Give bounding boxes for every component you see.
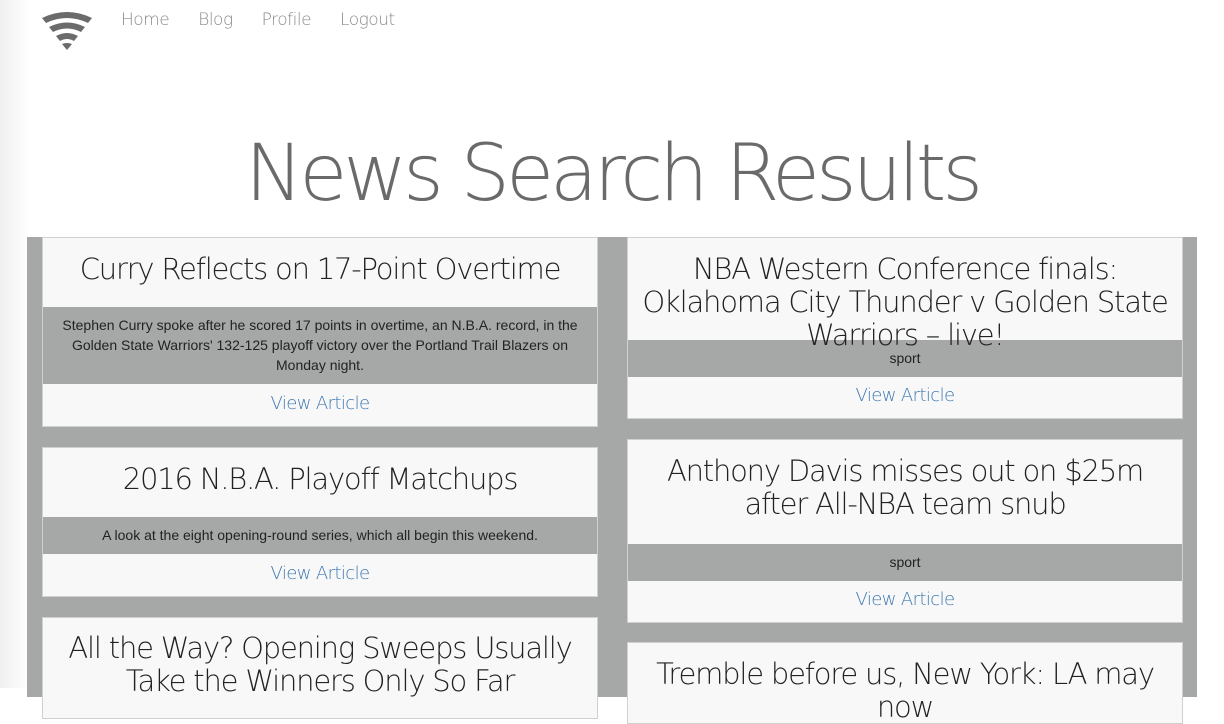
article-title: Tremble before us, New York: LA may now xyxy=(656,657,1155,724)
page-edge-shade xyxy=(0,0,30,688)
article-category: sport xyxy=(628,544,1182,581)
view-article-link[interactable]: View Article xyxy=(628,581,1182,619)
wifi-icon[interactable] xyxy=(40,10,94,52)
article-card: 2016 N.B.A. Playoff Matchups A look at t… xyxy=(42,447,598,597)
article-title: NBA Western Conference finals: Oklahoma … xyxy=(642,252,1168,352)
view-article-link[interactable]: View Article xyxy=(43,554,597,594)
article-card: All the Way? Opening Sweeps Usually Take… xyxy=(42,617,598,719)
top-nav: Home Blog Profile Logout xyxy=(0,0,1224,60)
article-title: Curry Reflects on 17-Point Overtime xyxy=(79,252,562,286)
results-panel: Curry Reflects on 17-Point Overtime Step… xyxy=(27,237,1197,724)
article-description: Stephen Curry spoke after he scored 17 p… xyxy=(43,307,597,384)
nav-links: Home Blog Profile Logout xyxy=(121,10,395,30)
view-article-link[interactable]: View Article xyxy=(43,384,597,424)
view-article-link[interactable]: View Article xyxy=(628,377,1182,415)
article-description: A look at the eight opening-round series… xyxy=(43,517,597,554)
article-card: Curry Reflects on 17-Point Overtime Step… xyxy=(42,237,598,427)
article-card: NBA Western Conference finals: Oklahoma … xyxy=(627,237,1183,419)
article-card: Tremble before us, New York: LA may now xyxy=(627,642,1183,724)
page-title: News Search Results xyxy=(245,129,983,219)
article-title: 2016 N.B.A. Playoff Matchups xyxy=(122,462,519,496)
article-title: Anthony Davis misses out on $25m after A… xyxy=(666,454,1144,521)
article-title: All the Way? Opening Sweeps Usually Take… xyxy=(68,631,572,698)
nav-link-blog[interactable]: Blog xyxy=(198,10,233,30)
nav-link-home[interactable]: Home xyxy=(121,10,170,30)
nav-link-profile[interactable]: Profile xyxy=(262,10,312,30)
nav-link-logout[interactable]: Logout xyxy=(340,10,395,30)
article-card: Anthony Davis misses out on $25m after A… xyxy=(627,439,1183,623)
